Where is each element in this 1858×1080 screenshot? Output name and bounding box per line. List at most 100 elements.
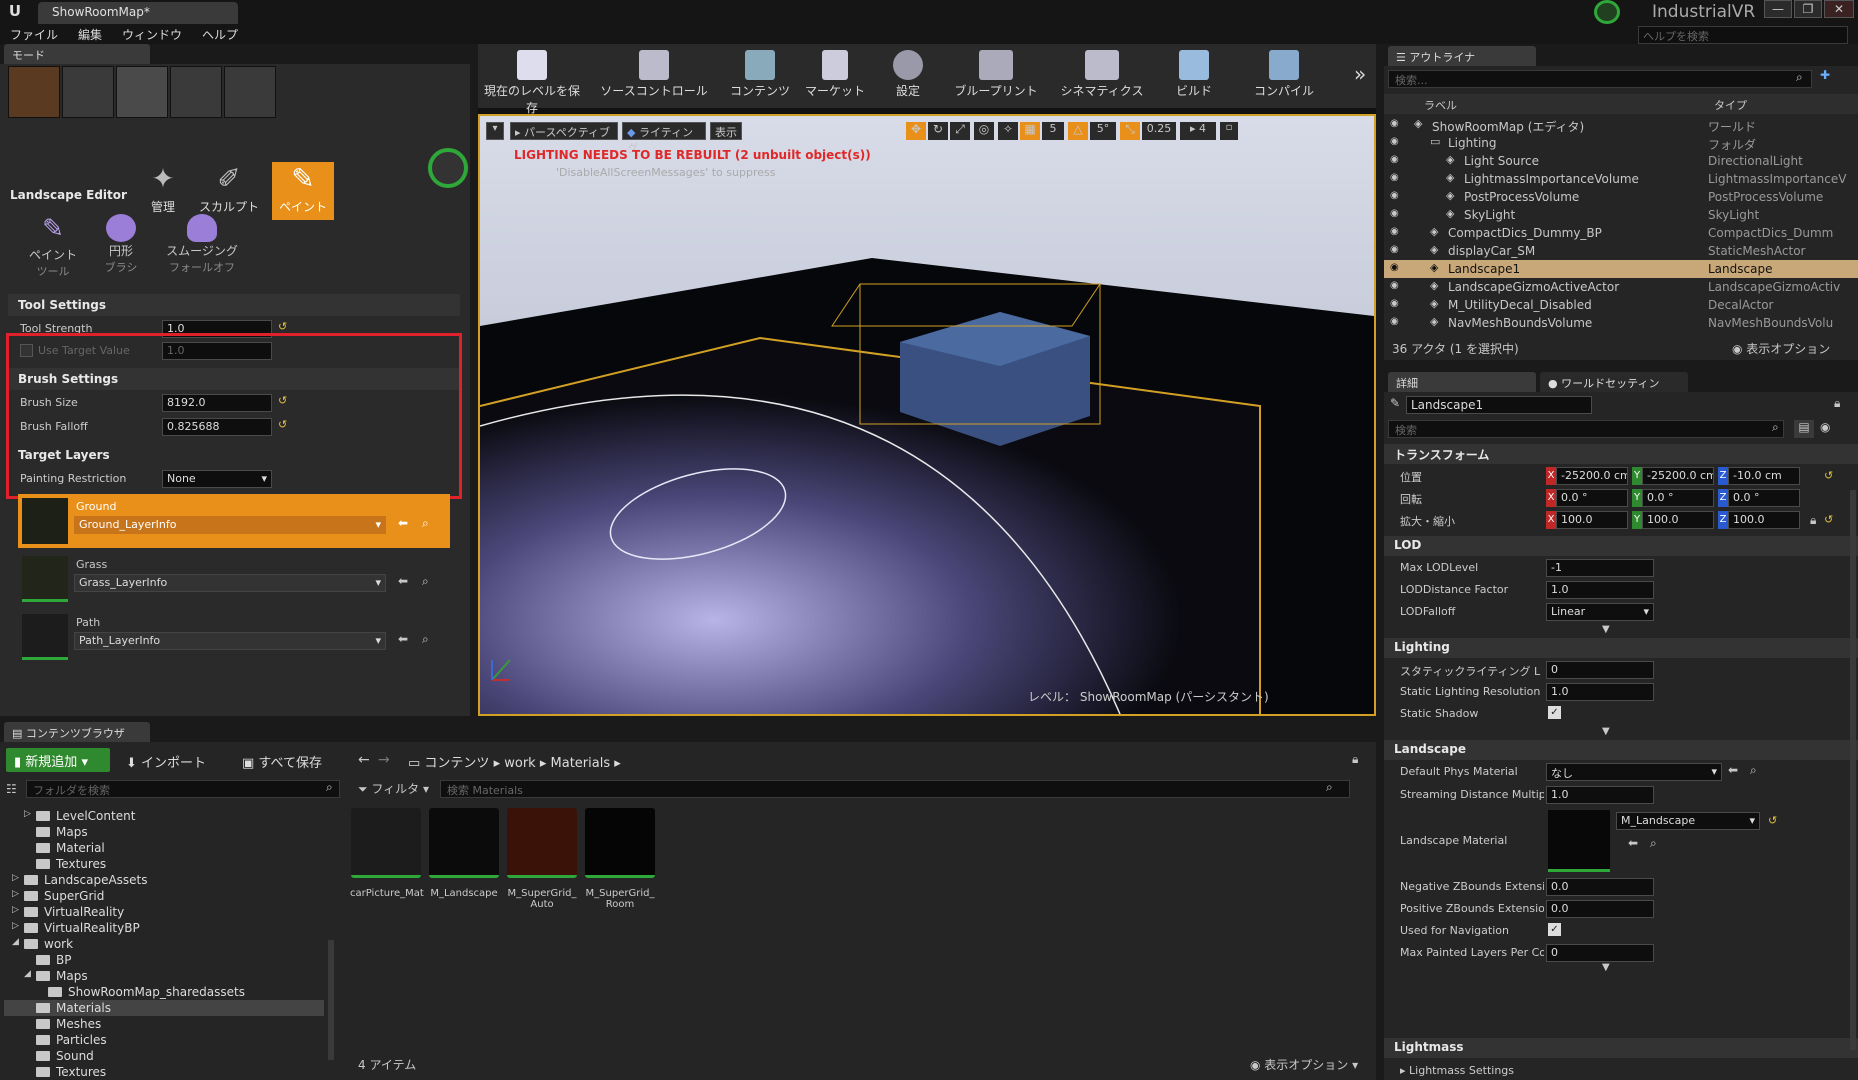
- layer-info-select[interactable]: Grass_LayerInfo ▾: [74, 574, 386, 592]
- layer-info-select[interactable]: Path_LayerInfo ▾: [74, 632, 386, 650]
- settings-button[interactable]: 設定: [882, 48, 934, 106]
- forward-icon[interactable]: →: [378, 752, 390, 768]
- lightmass-header[interactable]: Lightmass: [1384, 1038, 1858, 1058]
- scale-label[interactable]: 拡大・縮小: [1400, 513, 1455, 529]
- tab-stop-icon[interactable]: [428, 148, 468, 188]
- rotation-label[interactable]: 回転: [1400, 491, 1422, 507]
- folder-item[interactable]: ▷ LevelContent: [4, 808, 324, 824]
- landscape-header[interactable]: Landscape: [1384, 740, 1858, 760]
- layer-info-select[interactable]: Ground_LayerInfo ▾: [74, 516, 386, 534]
- folder-search-input[interactable]: フォルダを検索: [26, 780, 340, 798]
- scale-x-field[interactable]: 100.0: [1556, 511, 1628, 529]
- content-button[interactable]: コンテンツ: [724, 48, 796, 106]
- chevron-right-icon[interactable]: ▷: [12, 921, 19, 931]
- show-button[interactable]: 表示: [710, 122, 742, 140]
- asset-tile[interactable]: M_Landscape: [428, 808, 500, 918]
- outliner-row[interactable]: ◉ ◈ LandscapeGizmoActiveActor LandscapeGizm…: [1384, 278, 1858, 296]
- browse-search-icon[interactable]: ⌕: [1650, 836, 1657, 851]
- visibility-eye-icon[interactable]: ◉: [1390, 262, 1399, 273]
- outliner-row[interactable]: ◉ ◈ LightmassImportanceVolume LightmassImpo…: [1384, 170, 1858, 188]
- visibility-eye-icon[interactable]: ◉: [1390, 118, 1399, 129]
- folder-item[interactable]: Textures: [4, 1064, 324, 1078]
- folder-tree-scrollbar[interactable]: [328, 940, 334, 1060]
- max-lod-field[interactable]: -1: [1546, 559, 1654, 577]
- document-tab[interactable]: ShowRoomMap*: [38, 2, 238, 24]
- perspective-button[interactable]: ▸ パースペクティブ: [510, 122, 618, 140]
- back-icon[interactable]: ←: [358, 752, 370, 768]
- camera-speed-button[interactable]: ▸ 4: [1180, 122, 1216, 140]
- rotation-snap-value[interactable]: 5°: [1090, 122, 1116, 140]
- save-level-button[interactable]: 現在のレベルを保存: [480, 48, 584, 115]
- grid-snap-icon[interactable]: ▦: [1020, 122, 1040, 140]
- breadcrumb-materials[interactable]: Materials: [551, 756, 611, 771]
- material-thumbnail[interactable]: [1548, 810, 1610, 872]
- column-label[interactable]: ラベル: [1424, 97, 1457, 113]
- add-new-button[interactable]: ▮ 新規追加 ▾: [6, 748, 110, 772]
- visibility-eye-icon[interactable]: ◉: [1390, 226, 1399, 237]
- chevron-right-icon[interactable]: ▷: [12, 873, 19, 883]
- asset-tile[interactable]: M_SuperGrid_ Auto: [506, 808, 578, 918]
- menu-edit[interactable]: 編集: [78, 26, 102, 43]
- viewport-options-button[interactable]: ▾: [486, 122, 504, 140]
- reset-icon[interactable]: ↺: [278, 320, 287, 333]
- folder-item[interactable]: Materials: [4, 1000, 324, 1016]
- outliner-row[interactable]: ◉ ◈ ShowRoomMap (エディタ) ワールド: [1384, 116, 1858, 134]
- visibility-eye-icon[interactable]: ◉: [1390, 190, 1399, 201]
- layer-grass[interactable]: Grass Grass_LayerInfo ▾ ⬅ ⌕: [18, 552, 450, 606]
- geometry-mode-icon[interactable]: [224, 66, 276, 118]
- lock-scale-icon[interactable]: 🔒︎: [1810, 513, 1816, 528]
- scale-icon[interactable]: ⤢: [950, 122, 970, 140]
- lock-icon[interactable]: 🔒︎: [1834, 396, 1840, 411]
- filter-button[interactable]: ⏷ フィルタ ▾: [358, 780, 429, 797]
- reset-icon[interactable]: ↺: [1768, 814, 1777, 827]
- falloff-smooth[interactable]: スムージング フォールオフ: [160, 214, 244, 275]
- folder-item[interactable]: Maps: [4, 824, 324, 840]
- folder-item[interactable]: ▷ VirtualReality: [4, 904, 324, 920]
- scale-snap-icon[interactable]: ⤡: [1120, 122, 1140, 140]
- chevron-right-icon[interactable]: ▷: [12, 905, 19, 915]
- tab-content-browser[interactable]: ▤ コンテンツブラウザ: [4, 722, 150, 742]
- use-selected-arrow-icon[interactable]: ⬅: [398, 574, 408, 588]
- expand-advanced-icon[interactable]: ▼: [1602, 726, 1610, 737]
- visibility-eye-icon[interactable]: ◉: [1390, 298, 1399, 309]
- static-lighting-lod-field[interactable]: 0: [1546, 661, 1654, 679]
- lock-icon[interactable]: 🔒︎: [1352, 752, 1358, 767]
- used-nav-checkbox[interactable]: ✓: [1548, 923, 1561, 936]
- chevron-down-icon[interactable]: ◢: [12, 937, 19, 947]
- menu-window[interactable]: ウィンドウ: [122, 26, 182, 43]
- transform-header[interactable]: トランスフォーム: [1384, 444, 1858, 464]
- breadcrumb-work[interactable]: work: [504, 756, 535, 771]
- help-search-input[interactable]: ヘルプを検索: [1638, 26, 1848, 44]
- menu-help[interactable]: ヘルプ: [202, 26, 238, 43]
- streaming-distance-field[interactable]: 1.0: [1546, 786, 1654, 804]
- outliner-row[interactable]: ◉ ◈ Landscape1 Landscape: [1384, 260, 1858, 278]
- folder-item[interactable]: ▷ VirtualRealityBP: [4, 920, 324, 936]
- chevron-right-icon[interactable]: ▷: [24, 809, 31, 819]
- lod-distance-field[interactable]: 1.0: [1546, 581, 1654, 599]
- asset-view-options[interactable]: ◉ 表示オプション ▾: [1250, 1056, 1358, 1073]
- translate-icon[interactable]: ✥: [906, 122, 926, 140]
- scale-snap-value[interactable]: 0.25: [1142, 122, 1176, 140]
- use-selected-arrow-icon[interactable]: ⬅: [398, 516, 408, 530]
- compile-button[interactable]: コンパイル: [1250, 48, 1318, 106]
- rotation-snap-icon[interactable]: △: [1068, 122, 1088, 140]
- save-all-button[interactable]: ▣ すべて保存: [242, 752, 322, 771]
- world-local-icon[interactable]: ◎: [974, 122, 994, 140]
- folder-item[interactable]: ◢ Maps: [4, 968, 324, 984]
- blueprint-button[interactable]: ブループリント: [952, 48, 1040, 106]
- layer-path[interactable]: Path Path_LayerInfo ▾ ⬅ ⌕: [18, 610, 450, 664]
- folder-item[interactable]: ShowRoomMap_sharedassets: [4, 984, 324, 1000]
- breadcrumb-content[interactable]: コンテンツ: [424, 756, 489, 771]
- paint-mode-icon[interactable]: [62, 66, 114, 118]
- tab-outliner[interactable]: ☰ アウトライナ: [1388, 46, 1536, 66]
- tool-paint[interactable]: ✎ ペイント ツール: [22, 214, 84, 279]
- lighting-header[interactable]: Lighting: [1384, 638, 1858, 658]
- use-selected-arrow-icon[interactable]: ⬅: [398, 632, 408, 646]
- outliner-row[interactable]: ◉ ◈ Light Source DirectionalLight: [1384, 152, 1858, 170]
- browse-search-icon[interactable]: ⌕: [422, 632, 429, 647]
- lighting-button[interactable]: ◆ ライティング: [622, 122, 706, 155]
- folder-item[interactable]: Textures: [4, 856, 324, 872]
- source-control-status-icon[interactable]: [1594, 0, 1620, 24]
- reset-icon[interactable]: ↺: [1824, 469, 1833, 482]
- property-matrix-icon[interactable]: ▤: [1794, 420, 1814, 438]
